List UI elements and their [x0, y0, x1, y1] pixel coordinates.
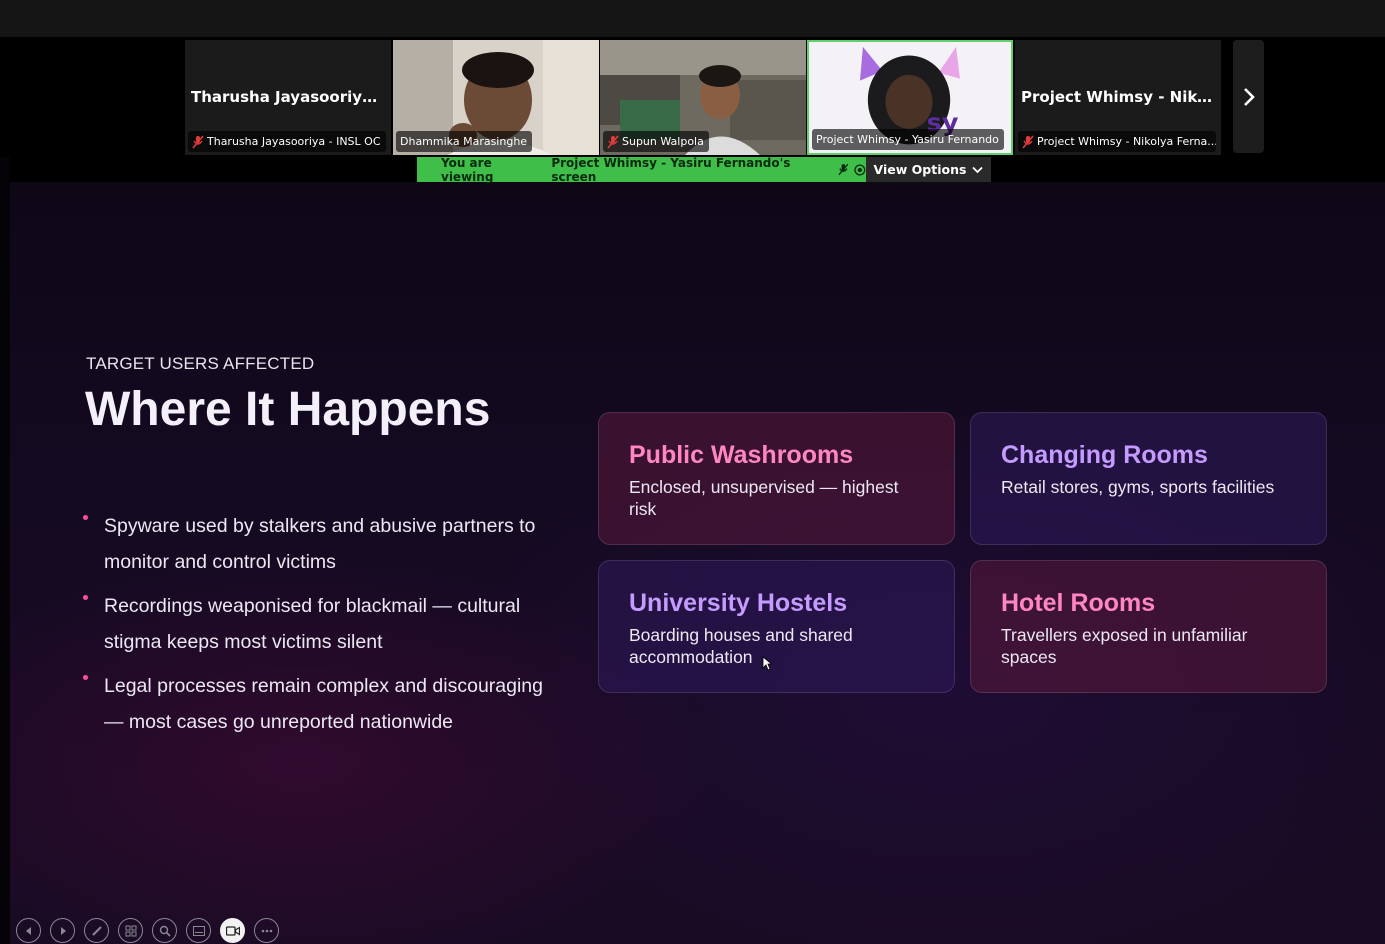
subtitles-icon: [192, 925, 205, 936]
chevron-right-icon: [1243, 87, 1255, 106]
camera-toggle-button[interactable]: [220, 918, 245, 943]
slide-title: Where It Happens: [85, 383, 491, 436]
screen-share-banner: You are viewing Project Whimsy - Yasiru …: [417, 155, 866, 184]
view-options-label: View Options: [873, 162, 967, 177]
list-item: Legal processes remain complex and disco…: [80, 668, 560, 740]
location-card: Changing Rooms Retail stores, gyms, spor…: [970, 412, 1327, 545]
card-title: Hotel Rooms: [1001, 589, 1156, 617]
card-description: Enclosed, unsupervised — highest risk: [629, 477, 899, 519]
participant-label: Project Whimsy - Yasiru Fernando: [812, 129, 1004, 150]
bullet-text: Recordings weaponised for blackmail — cu…: [104, 595, 521, 653]
next-icon: [60, 926, 66, 935]
card-description: Boarding houses and shared accommodation: [629, 625, 853, 667]
participant-label-text: Project Whimsy - Nikolya Ferna...: [1037, 135, 1216, 148]
participant-label: Project Whimsy - Nikolya Ferna...: [1018, 131, 1216, 152]
view-options-button[interactable]: View Options: [866, 157, 991, 182]
next-participants-button[interactable]: [1233, 40, 1264, 153]
chevron-down-icon: [972, 166, 984, 173]
meeting-top-bar: [0, 0, 1385, 37]
card-description: Travellers exposed in unfamiliar spaces: [1001, 625, 1248, 667]
card-title: University Hostels: [629, 589, 848, 617]
bullet-text: Legal processes remain complex and disco…: [104, 675, 543, 733]
previous-slide-button[interactable]: [16, 918, 41, 943]
camera-icon: [225, 925, 240, 936]
slide-kicker: TARGET USERS AFFECTED: [86, 354, 315, 373]
location-card: Hotel Rooms Travellers exposed in unfami…: [970, 560, 1327, 693]
bullet-dot: [83, 515, 88, 520]
participant-label-text: Supun Walpola: [622, 135, 704, 148]
previous-icon: [25, 926, 31, 935]
participant-label: Dhammika Marasinghe: [396, 131, 533, 152]
participant-tile[interactable]: Tharusha Jayasooriya - I... Tharusha Jay…: [185, 40, 391, 155]
mouse-cursor-icon: [762, 656, 772, 671]
next-slide-button[interactable]: [50, 918, 75, 943]
participant-label-text: Tharusha Jayasooriya - INSL OC: [207, 135, 381, 148]
mic-off-icon: [607, 134, 619, 149]
share-banner-presenter: Project Whimsy - Yasiru Fernando's scree…: [551, 155, 791, 184]
slides-grid-icon: [125, 925, 136, 936]
bullet-text: Spyware used by stalkers and abusive par…: [104, 515, 536, 573]
mic-off-icon: [837, 163, 848, 176]
all-slides-button[interactable]: [118, 918, 143, 943]
bullet-dot: [83, 675, 88, 680]
participant-tile-active[interactable]: sy Project Whimsy - Yasiru Fernando: [807, 40, 1013, 155]
participant-tile[interactable]: Project Whimsy - Nikoly... Project Whims…: [1015, 40, 1221, 155]
participant-label-text: Dhammika Marasinghe: [400, 135, 528, 148]
card-title: Public Washrooms: [629, 441, 854, 469]
location-card: University Hostels Boarding houses and s…: [598, 560, 955, 693]
card-description: Retail stores, gyms, sports facilities: [1001, 477, 1275, 497]
bullet-dot: [83, 595, 88, 600]
participant-label: Supun Walpola: [603, 131, 709, 152]
slide-edge: [0, 157, 10, 944]
participant-tile[interactable]: Supun Walpola: [600, 40, 806, 155]
location-card: Public Washrooms Enclosed, unsupervised …: [598, 412, 955, 545]
share-banner-prefix: You are viewing: [441, 155, 494, 184]
participant-tile[interactable]: Dhammika Marasinghe: [393, 40, 599, 155]
recording-icon: [854, 164, 866, 175]
participant-name: Tharusha Jayasooriya - I...: [191, 88, 385, 106]
participant-strip: Tharusha Jayasooriya - I... Tharusha Jay…: [0, 37, 1385, 157]
slide-bullet-list: Spyware used by stalkers and abusive par…: [80, 508, 560, 748]
card-title: Changing Rooms: [1001, 441, 1208, 469]
participant-label: Tharusha Jayasooriya - INSL OC: [188, 131, 386, 152]
list-item: Recordings weaponised for blackmail — cu…: [80, 588, 560, 660]
more-icon: [261, 929, 272, 932]
more-options-button[interactable]: [254, 918, 279, 943]
subtitles-button[interactable]: [186, 918, 211, 943]
participant-label-text: Project Whimsy - Yasiru Fernando: [816, 133, 999, 146]
pen-tool-button[interactable]: [84, 918, 109, 943]
pen-icon: [91, 925, 102, 936]
list-item: Spyware used by stalkers and abusive par…: [80, 508, 560, 580]
mic-off-icon: [192, 134, 204, 149]
zoom-icon: [159, 925, 171, 937]
slide-controls: [16, 918, 279, 943]
participant-name: Project Whimsy - Nikoly...: [1021, 88, 1215, 106]
zoom-button[interactable]: [152, 918, 177, 943]
mic-off-icon: [1022, 134, 1034, 149]
